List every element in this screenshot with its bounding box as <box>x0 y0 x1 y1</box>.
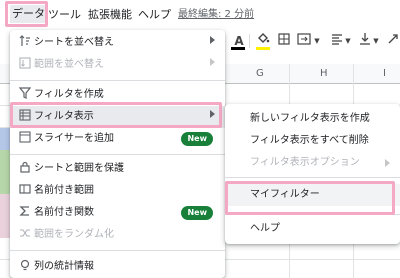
chevron-down-icon[interactable]: ▼ <box>343 32 353 50</box>
column-header-g[interactable]: G <box>256 68 264 79</box>
submenu-item-help[interactable]: ヘルプ <box>225 218 400 240</box>
borders-icon[interactable] <box>276 32 292 50</box>
menu-item-label: 列の統計情報 <box>34 261 94 272</box>
menu-item-protect[interactable]: シートと範囲を保護 <box>10 158 225 180</box>
menu-data[interactable]: データ <box>10 5 47 23</box>
menu-item-add-slicer[interactable]: スライサーを追加 New <box>10 128 225 150</box>
submenu-item-filter-view-options[interactable]: フィルタ表示オプション <box>225 152 400 174</box>
submenu-item-my-filter[interactable]: マイフィルター <box>225 184 400 206</box>
submenu-divider <box>225 214 400 215</box>
chevron-down-icon[interactable]: ▼ <box>312 32 322 50</box>
chevron-right-icon <box>210 110 215 118</box>
submenu-item-label: フィルタ表示をすべて削除 <box>250 135 369 146</box>
menu-item-label: 範囲をランダム化 <box>34 229 114 240</box>
named-range-icon <box>18 183 32 199</box>
menu-divider <box>10 80 225 81</box>
menu-item-randomize-range[interactable]: 範囲をランダム化 <box>10 224 225 246</box>
menu-item-create-filter[interactable]: フィルタを作成 <box>10 84 225 106</box>
menu-bar: データ ツール 拡張機能 ヘルプ 最終編集: 2 分前 <box>0 0 400 30</box>
menu-divider <box>10 154 225 155</box>
menu-item-label: シートと範囲を保護 <box>34 163 124 174</box>
submenu-item-delete-all-filter-views[interactable]: フィルタ表示をすべて削除 <box>225 130 400 152</box>
submenu-item-label: ヘルプ <box>250 223 280 234</box>
menu-extensions[interactable]: 拡張機能 <box>88 7 132 23</box>
text-rotation-icon[interactable] <box>385 32 400 50</box>
last-edit-link[interactable]: 最終編集: 2 分前 <box>178 7 254 23</box>
text-color-swatch <box>231 47 245 50</box>
submenu-item-label: 新しいフィルタ表示を作成 <box>250 113 370 124</box>
merge-cells-icon[interactable] <box>296 32 312 50</box>
chevron-right-icon <box>385 159 390 167</box>
fill-color-swatch <box>256 47 270 50</box>
filter-view-icon <box>18 109 32 125</box>
data-menu: シートを並べ替え 範囲を並べ替え フィルタを作成 フィルタ表示 スライサーを追加… <box>10 30 225 278</box>
menu-help[interactable]: ヘルプ <box>138 7 171 23</box>
menu-item-sort-range[interactable]: 範囲を並べ替え <box>10 54 225 76</box>
menu-item-sort-sheet[interactable]: シートを並べ替え <box>10 32 225 54</box>
lock-icon <box>18 161 32 177</box>
new-badge: New <box>181 206 213 220</box>
menu-item-filter-views[interactable]: フィルタ表示 <box>10 106 225 128</box>
submenu-item-label: フィルタ表示オプション <box>250 157 360 168</box>
submenu-item-label: マイフィルター <box>250 189 320 200</box>
menu-divider <box>10 250 225 251</box>
menu-tools[interactable]: ツール <box>48 7 81 23</box>
menu-item-label: 範囲を並べ替え <box>34 59 104 70</box>
menu-item-named-functions[interactable]: 名前付き関数 New <box>10 202 225 224</box>
new-badge: New <box>181 132 213 146</box>
menu-item-named-ranges[interactable]: 名前付き範囲 <box>10 180 225 202</box>
chevron-right-icon <box>210 36 215 44</box>
sigma-icon <box>18 205 32 221</box>
menu-item-label: フィルタを作成 <box>34 89 104 100</box>
column-header-h[interactable]: H <box>320 68 328 79</box>
menu-item-label: フィルタ表示 <box>34 111 94 122</box>
sort-range-icon <box>18 57 32 73</box>
toolbar-divider <box>249 34 250 48</box>
lightbulb-icon <box>18 259 32 275</box>
filter-icon <box>18 87 32 103</box>
menu-item-column-stats[interactable]: 列の統計情報 <box>10 256 225 278</box>
submenu-divider <box>225 177 400 178</box>
slicer-icon <box>18 131 32 147</box>
shuffle-icon <box>18 227 32 243</box>
sort-icon <box>18 35 32 51</box>
column-header-i[interactable]: I <box>383 68 386 79</box>
chevron-right-icon <box>210 58 215 66</box>
submenu-item-new-filter-view[interactable]: 新しいフィルタ表示を作成 <box>225 108 400 130</box>
menu-item-label: 名前付き範囲 <box>34 185 94 196</box>
menu-item-label: シートを並べ替え <box>34 37 114 48</box>
chevron-down-icon[interactable]: ▼ <box>371 32 381 50</box>
menu-item-label: 名前付き関数 <box>34 207 94 218</box>
menu-item-label: スライサーを追加 <box>34 133 114 144</box>
filter-views-submenu: 新しいフィルタ表示を作成 フィルタ表示をすべて削除 フィルタ表示オプション マイ… <box>225 104 400 244</box>
